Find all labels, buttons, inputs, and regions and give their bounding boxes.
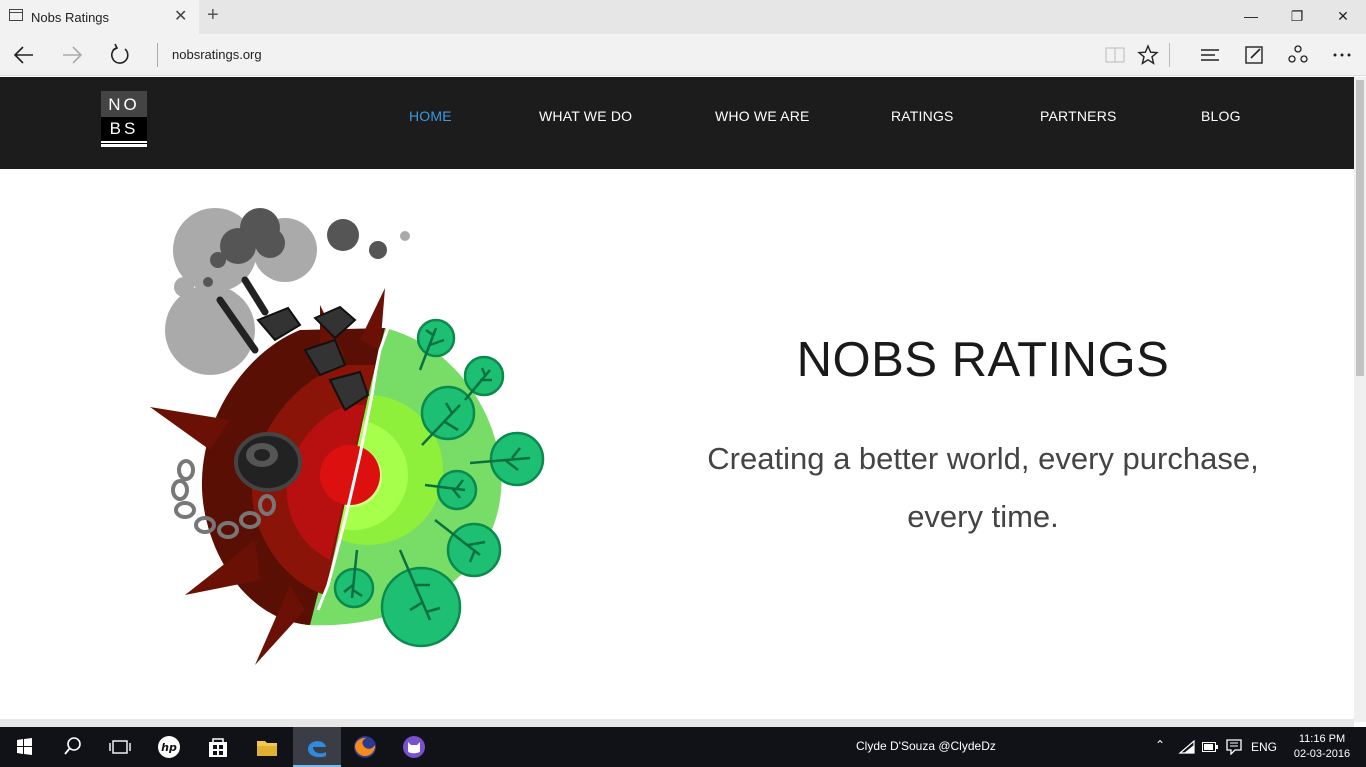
hero-subtitle-line-1: Creating a better world, every purchase,: [707, 441, 1259, 476]
wifi-icon[interactable]: [1178, 739, 1196, 755]
restore-button[interactable]: ❐: [1274, 0, 1320, 32]
clock-time: 11:16 PM: [1298, 733, 1346, 745]
nav-blog[interactable]: BLOG: [1201, 108, 1241, 124]
nav-who-we-are[interactable]: WHO WE ARE: [715, 108, 810, 124]
clock[interactable]: 11:16 PM 02-03-2016: [1290, 732, 1354, 762]
app-cat-icon[interactable]: [390, 727, 438, 767]
hp-icon[interactable]: hp: [145, 727, 193, 767]
hub-icon[interactable]: [1198, 43, 1222, 67]
favorite-star-icon[interactable]: [1136, 43, 1160, 67]
close-tab-icon[interactable]: ✕: [174, 6, 187, 26]
url-separator: [157, 43, 158, 67]
task-view-icon[interactable]: [96, 727, 144, 767]
page-bottom-edge: [0, 719, 1354, 727]
file-explorer-icon[interactable]: [243, 727, 291, 767]
action-center-icon[interactable]: [1226, 739, 1242, 755]
language-indicator[interactable]: ENG: [1251, 740, 1277, 754]
windows-start-icon[interactable]: [0, 727, 48, 767]
more-icon[interactable]: [1330, 43, 1354, 67]
tab-bar: Nobs Ratings ✕ + — ❐ ✕: [0, 0, 1366, 34]
nav-ratings[interactable]: RATINGS: [891, 108, 954, 124]
forward-icon[interactable]: [59, 42, 85, 68]
url-field[interactable]: nobsratings.org: [172, 47, 262, 62]
address-bar: nobsratings.org: [0, 34, 1366, 76]
scrollbar-thumb[interactable]: [1356, 80, 1364, 376]
svg-text:hp: hp: [161, 741, 177, 754]
edge-browser-icon[interactable]: [293, 727, 341, 767]
taskbar-toolbar-text: Clyde D'Souza @ClydeDz: [856, 739, 996, 753]
minimize-button[interactable]: —: [1228, 0, 1274, 32]
nobs-logo[interactable]: NO BS: [101, 91, 147, 147]
toolbar-separator: [1169, 43, 1170, 67]
clock-date: 02-03-2016: [1293, 748, 1351, 760]
battery-icon[interactable]: [1202, 741, 1218, 753]
taskbar: hp Clyde D'Souza @ClydeDz ⌃ ENG 11:16 PM…: [0, 727, 1366, 767]
store-icon[interactable]: [194, 727, 242, 767]
share-icon[interactable]: [1286, 43, 1310, 67]
page-icon: [9, 9, 23, 21]
hero-title: NOBS RATINGS: [796, 333, 1170, 387]
nav-partners[interactable]: PARTNERS: [1040, 108, 1117, 124]
nav-home[interactable]: HOME: [409, 108, 452, 124]
back-icon[interactable]: [11, 42, 37, 68]
firefox-icon[interactable]: [341, 727, 389, 767]
reading-view-icon[interactable]: [1103, 43, 1127, 67]
logo-underline: [101, 143, 147, 144]
browser-tab[interactable]: Nobs Ratings ✕: [0, 0, 199, 34]
hero-illustration: [150, 208, 545, 665]
hero-subtitle: Creating a better world, every purchase,…: [686, 430, 1280, 546]
search-icon[interactable]: [48, 727, 96, 767]
tire-icon: [234, 432, 302, 492]
chevron-up-icon[interactable]: ⌃: [1155, 738, 1165, 752]
hero-subtitle-line-2: every time.: [907, 499, 1059, 534]
web-note-icon[interactable]: [1242, 43, 1266, 67]
close-window-button[interactable]: ✕: [1320, 0, 1366, 32]
tab-title: Nobs Ratings: [31, 10, 110, 25]
nav-what-we-do[interactable]: WHAT WE DO: [539, 108, 632, 124]
logo-top-text: NO: [101, 91, 147, 117]
site-header: NO BS HOME WHAT WE DO WHO WE ARE RATINGS…: [0, 77, 1354, 169]
new-tab-button[interactable]: +: [207, 4, 219, 27]
refresh-icon[interactable]: [107, 42, 133, 68]
logo-bottom-text: BS: [101, 117, 147, 141]
